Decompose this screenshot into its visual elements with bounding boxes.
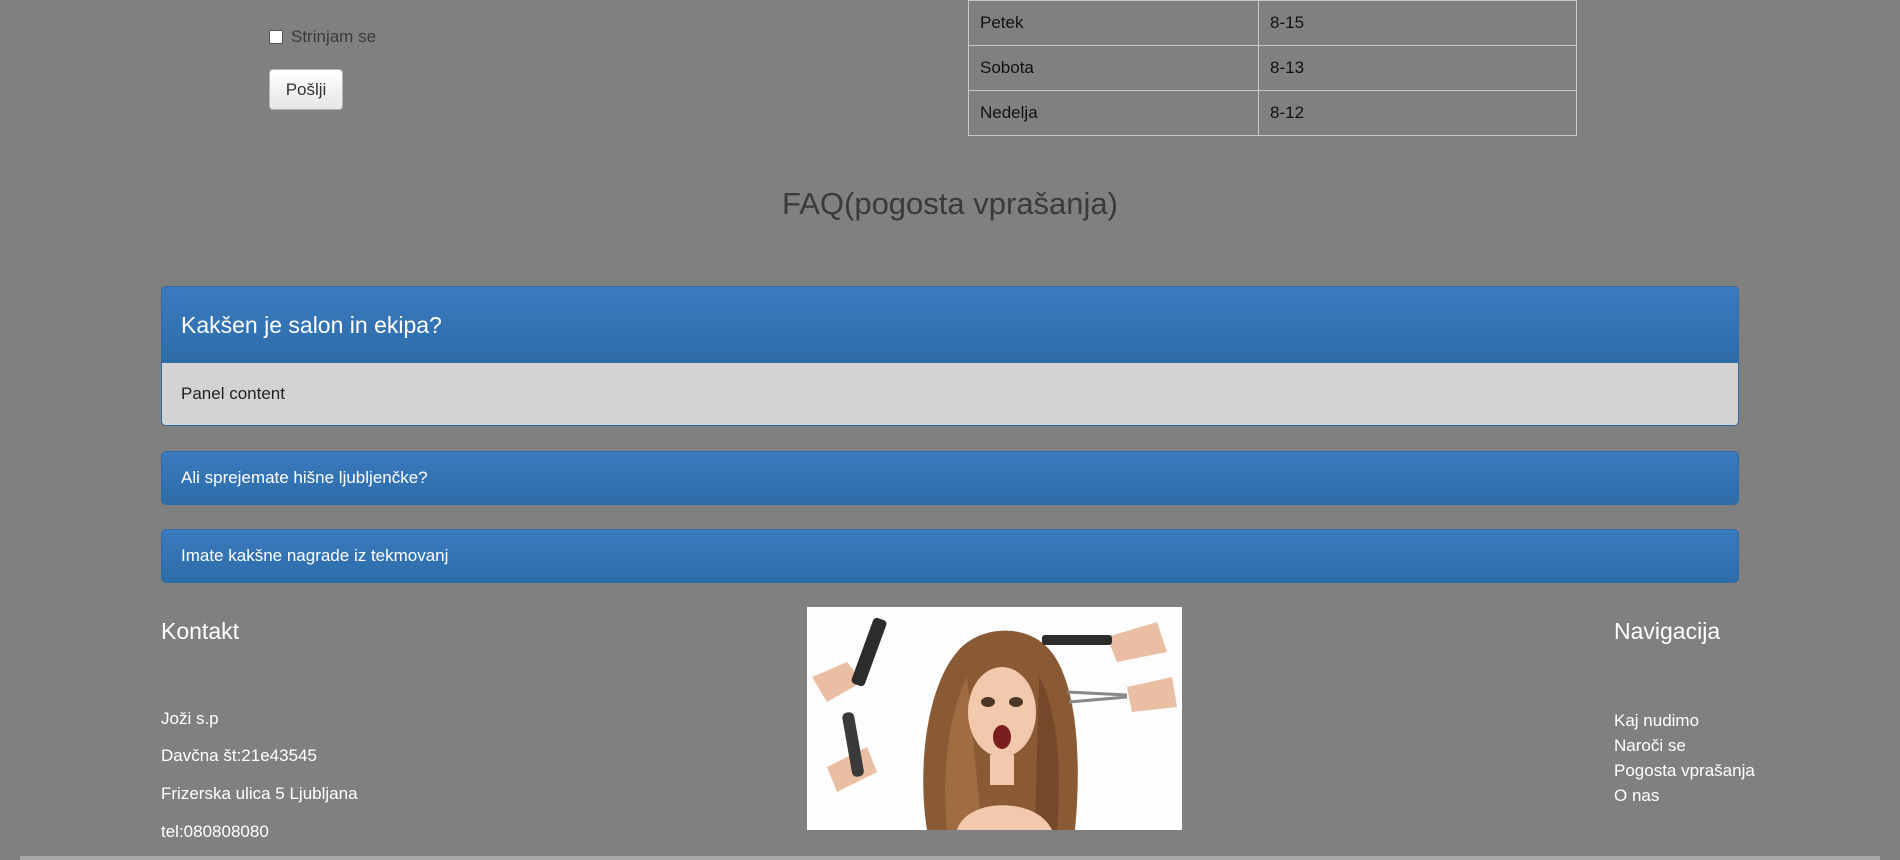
table-row: Sobota 8-13 [968,45,1577,91]
faq-panel-1: Kakšen je salon in ekipa? Panel content [161,286,1739,426]
faq-panel-2-header[interactable]: Ali sprejemate hišne ljubljenčke? [162,452,1738,504]
contact-tax-number: Davčna št:21e43545 [161,746,317,765]
send-button[interactable]: Pošlji [269,69,343,110]
nav-link-naroci-se[interactable]: Naroči se [1614,733,1755,758]
contact-company: Joži s.p [161,709,219,728]
agree-checkbox-row[interactable]: Strinjam se [269,27,376,47]
nav-link-pogosta-vprasanja[interactable]: Pogosta vprašanja [1614,758,1755,783]
day-cell: Petek [968,0,1259,46]
agree-label: Strinjam se [291,27,377,46]
nav-link-kaj-nudimo[interactable]: Kaj nudimo [1614,708,1755,733]
navigation-heading: Navigacija [1614,618,1721,644]
faq-panel-1-header[interactable]: Kakšen je salon in ekipa? [162,287,1738,363]
faq-panel-3: Imate kakšne nagrade iz tekmovanj [161,529,1739,583]
time-cell: 8-15 [1258,0,1577,46]
horizontal-scrollbar[interactable] [20,856,1880,860]
table-row: Nedelja 8-12 [968,90,1577,136]
faq-panel-3-header[interactable]: Imate kakšne nagrade iz tekmovanj [162,530,1738,582]
contact-heading: Kontakt [161,618,239,644]
time-cell: 8-13 [1258,45,1577,91]
agree-checkbox[interactable] [269,30,283,44]
time-cell: 8-12 [1258,90,1577,136]
contact-phone: tel:080808080 [161,822,269,841]
footer-nav-list: Kaj nudimo Naroči se Pogosta vprašanja O… [1614,708,1755,808]
opening-hours-table: Petek 8-15 Sobota 8-13 Nedelja 8-12 [968,0,1577,136]
salon-hair-photo [807,607,1182,830]
nav-link-o-nas[interactable]: O nas [1614,783,1755,808]
faq-panel-1-content: Panel content [162,363,1738,425]
day-cell: Nedelja [968,90,1259,136]
contact-address: Frizerska ulica 5 Ljubljana [161,784,358,803]
table-row: Petek 8-15 [968,0,1577,46]
day-cell: Sobota [968,45,1259,91]
faq-title: FAQ(pogosta vprašanja) [781,186,1118,221]
faq-panel-2: Ali sprejemate hišne ljubljenčke? [161,451,1739,505]
